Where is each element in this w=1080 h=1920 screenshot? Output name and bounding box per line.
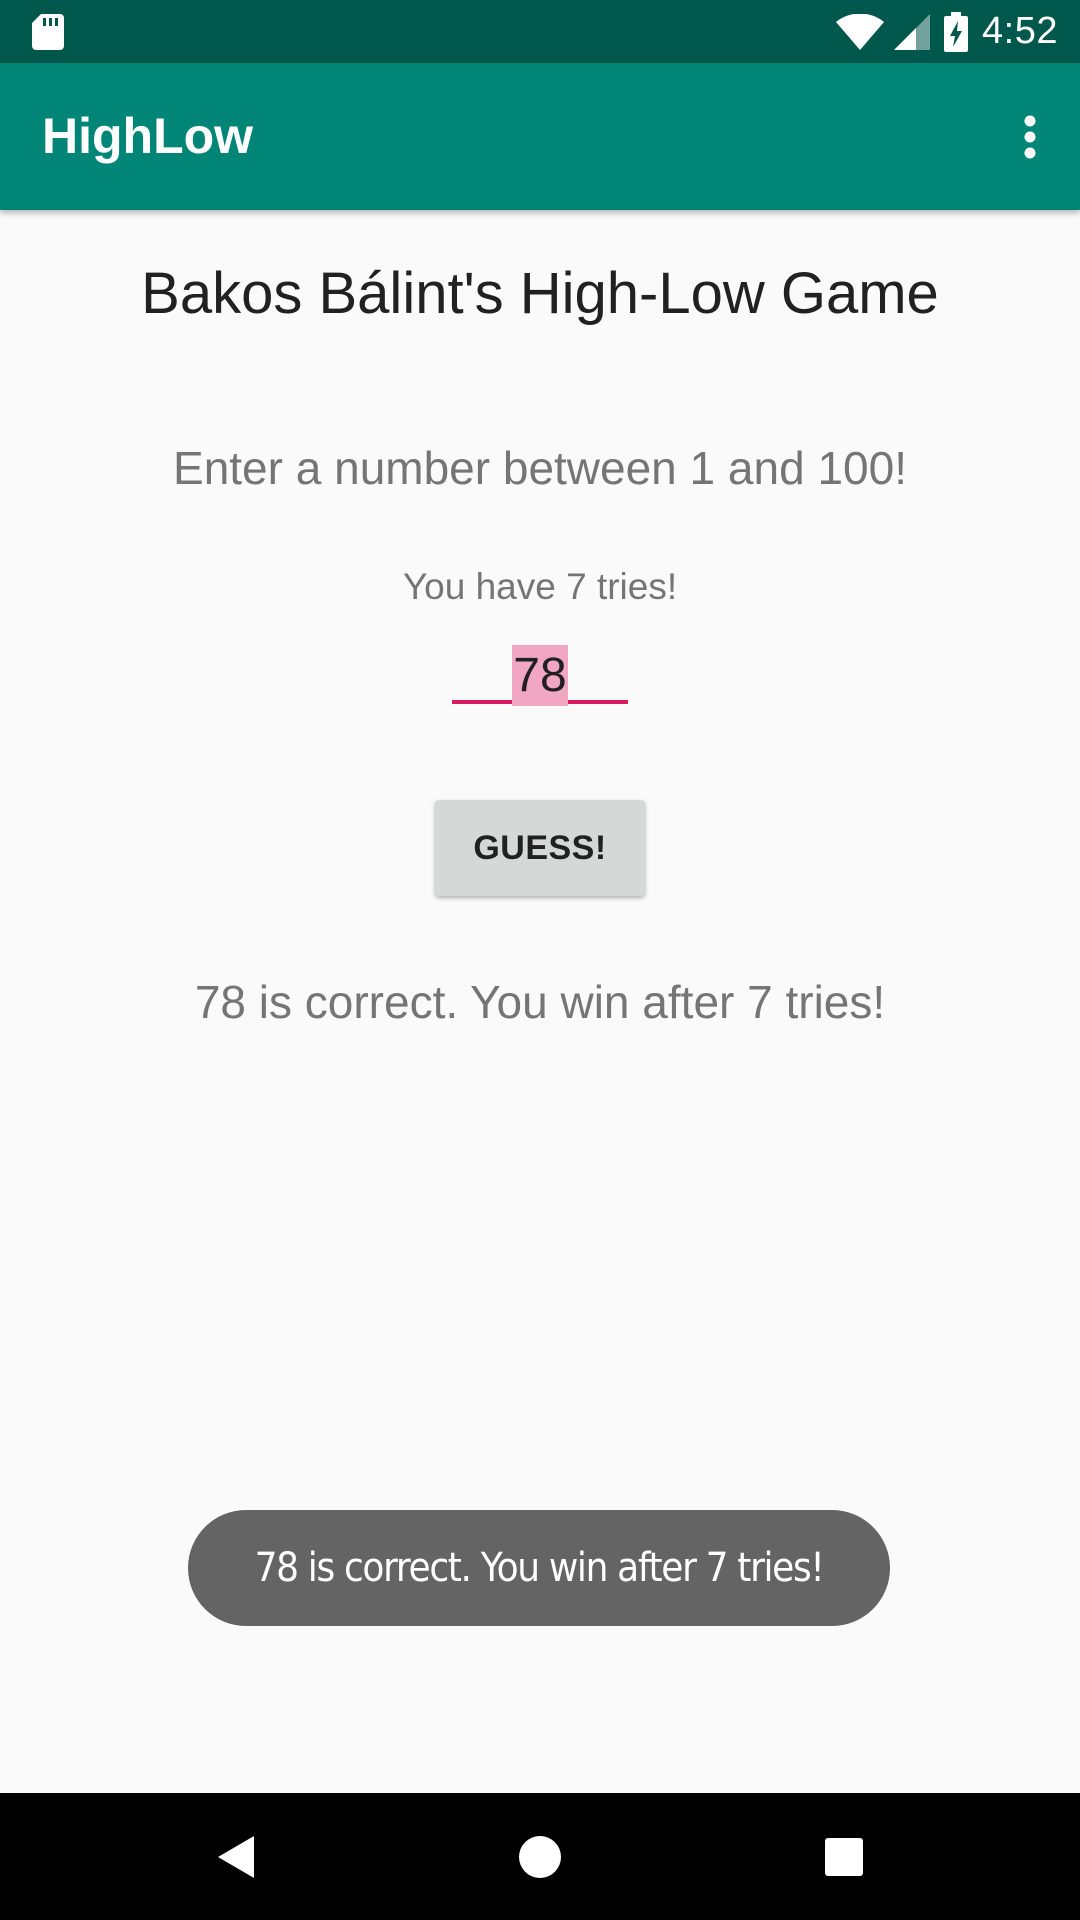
- sd-card-icon: [32, 14, 64, 50]
- number-input-value: 78: [512, 645, 568, 706]
- app-title: HighLow: [42, 108, 254, 164]
- guess-button[interactable]: GUESS!: [435, 800, 645, 896]
- number-input[interactable]: 78: [452, 628, 628, 706]
- back-icon: [218, 1835, 254, 1878]
- battery-charging-icon: [944, 11, 969, 52]
- nav-back-button[interactable]: [176, 1793, 296, 1920]
- instruction-text: Enter a number between 1 and 100!: [173, 442, 907, 494]
- result-text: 78 is correct. You win after 7 tries!: [194, 976, 886, 1028]
- toast-message: 78 is correct. You win after 7 tries!: [254, 1545, 825, 1591]
- nav-recents-button[interactable]: [784, 1793, 904, 1920]
- nav-home-button[interactable]: [480, 1793, 600, 1920]
- signal-icon: [894, 13, 931, 50]
- navigation-bar: [0, 1793, 1080, 1920]
- app-bar: HighLow: [0, 63, 1080, 210]
- screen: 4:52 HighLow Bakos Bálint's High-Low Gam…: [0, 0, 1080, 1920]
- tries-remaining-text: You have 7 tries!: [402, 566, 678, 607]
- overflow-menu-button[interactable]: [980, 63, 1080, 210]
- toast: 78 is correct. You win after 7 tries!: [188, 1510, 890, 1626]
- clock: 4:52: [982, 10, 1058, 52]
- wifi-icon: [836, 13, 885, 50]
- status-icons: 4:52: [836, 0, 1058, 63]
- home-icon: [519, 1835, 561, 1878]
- more-vert-icon: [1024, 115, 1036, 158]
- recents-icon: [825, 1837, 863, 1876]
- game-title: Bakos Bálint's High-Low Game: [141, 261, 939, 326]
- status-bar: 4:52: [0, 0, 1080, 63]
